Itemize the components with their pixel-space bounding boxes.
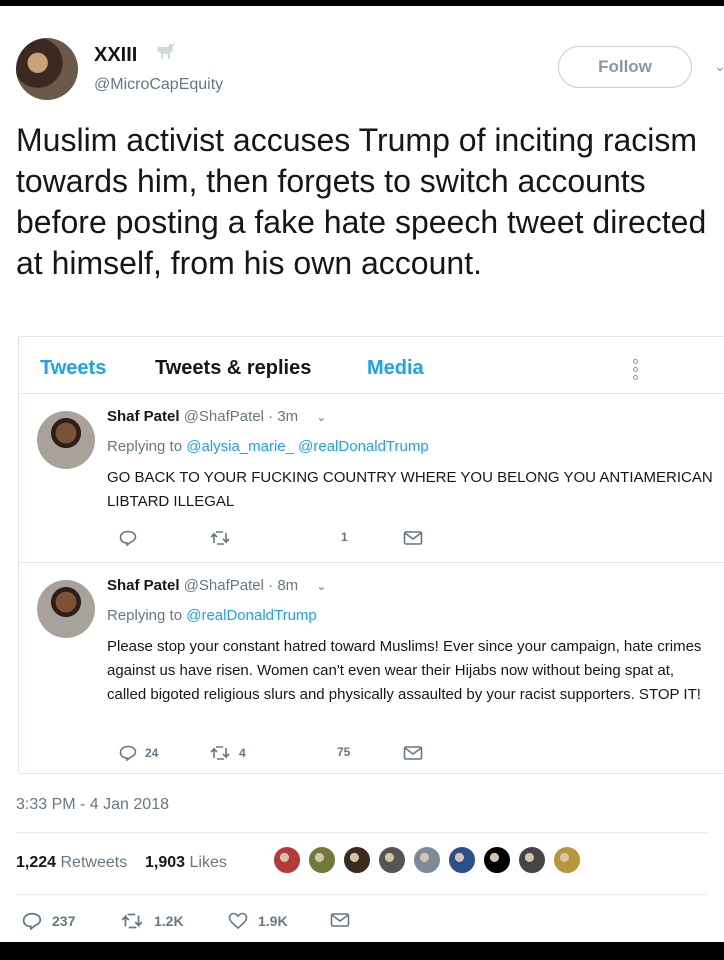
liker-avatar[interactable] [377, 845, 407, 875]
engagement-stats: 1,224 Retweets 1,903 Likes [16, 854, 227, 872]
tweet-card: XXIII @MicroCapEquity Follow ⌄ Muslim ac… [0, 6, 724, 942]
liker-avatar[interactable] [482, 845, 512, 875]
direct-message-button[interactable] [403, 745, 423, 761]
reply-icon [119, 530, 137, 546]
replying-to-label: Replying to [107, 607, 187, 624]
reply-text: GO BACK TO YOUR FUCKING COUNTRY WHERE YO… [107, 469, 713, 510]
reply-count: 237 [52, 913, 76, 929]
tweet-actions: 237 1.2K 1.9K [16, 912, 416, 936]
retweet-button[interactable] [209, 530, 239, 546]
chevron-down-icon[interactable]: ⌄ [714, 58, 724, 75]
liker-avatar[interactable] [272, 845, 302, 875]
envelope-icon [403, 746, 423, 760]
author-display-name[interactable]: XXIII [94, 44, 137, 67]
reply-count: 24 [145, 746, 159, 760]
reply-time[interactable]: · 8m [268, 577, 298, 594]
reply-actions: 1 [107, 530, 447, 550]
like-button[interactable]: 1 [341, 530, 348, 544]
liker-avatars [272, 845, 587, 875]
divider [16, 832, 708, 833]
like-count: 75 [337, 745, 351, 759]
reply-actions: 24 4 75 [107, 745, 447, 765]
like-button[interactable]: 75 [337, 745, 350, 759]
chevron-down-icon[interactable]: ⌄ [316, 410, 326, 424]
retweet-count: 1.2K [154, 913, 184, 929]
reply-author-name[interactable]: Shaf Patel [107, 577, 180, 594]
tweet-timestamp[interactable]: 3:33 PM - 4 Jan 2018 [16, 796, 169, 814]
reply-author-name[interactable]: Shaf Patel [107, 408, 180, 425]
retweet-button[interactable]: 4 [209, 745, 246, 761]
reply-author-handle[interactable]: @ShafPatel [184, 577, 264, 594]
mention-link[interactable]: @realDonaldTrump [186, 607, 317, 624]
reply-tweet: Shaf Patel @ShafPatel · 3m ⌄ Replying to… [19, 394, 724, 563]
replying-to-label: Replying to [107, 438, 187, 455]
liker-avatar[interactable] [412, 845, 442, 875]
envelope-icon [403, 531, 423, 545]
direct-message-button[interactable] [403, 530, 423, 546]
reply-button[interactable]: 24 [119, 745, 158, 761]
replying-to: Replying to @realDonaldTrump [107, 607, 317, 624]
profile-tabs: Tweets Tweets & replies Media [19, 337, 724, 394]
liker-avatar[interactable] [447, 845, 477, 875]
retweet-icon [210, 531, 230, 545]
likes-stat[interactable]: 1,903 Likes [145, 854, 227, 871]
like-count: 1.9K [258, 913, 288, 929]
author-avatar[interactable] [16, 38, 78, 100]
reply-tweet: Shaf Patel @ShafPatel · 8m ⌄ Replying to… [19, 563, 724, 775]
liker-avatar[interactable] [552, 845, 582, 875]
embedded-screenshot: Tweets Tweets & replies Media Shaf Patel… [18, 336, 724, 774]
reply-button[interactable]: 237 [22, 912, 75, 930]
direct-message-button[interactable] [330, 912, 350, 928]
retweet-count: 4 [239, 746, 246, 760]
tab-tweets[interactable]: Tweets [40, 357, 106, 380]
avatar[interactable] [37, 411, 95, 469]
tweet-text: Muslim activist accuses Trump of incitin… [16, 122, 707, 281]
tab-tweets-replies[interactable]: Tweets & replies [155, 357, 311, 380]
retweet-icon [121, 913, 143, 929]
replying-to: Replying to @alysia_marie_ @realDonaldTr… [107, 438, 429, 455]
retweets-stat[interactable]: 1,224 Retweets [16, 854, 127, 871]
more-options-icon[interactable] [633, 359, 639, 380]
like-count: 1 [341, 530, 348, 544]
reply-text: Please stop your constant hatred toward … [107, 638, 702, 703]
reply-time[interactable]: · 3m [268, 408, 298, 425]
retweet-button[interactable]: 1.2K [120, 912, 184, 930]
divider [16, 894, 708, 895]
author-handle[interactable]: @MicroCapEquity [94, 76, 223, 94]
heart-icon [228, 912, 248, 930]
like-button[interactable]: 1.9K [228, 912, 288, 930]
liker-avatar[interactable] [342, 845, 372, 875]
reply-icon [22, 912, 42, 930]
avatar[interactable] [37, 580, 95, 638]
reply-icon [119, 745, 137, 761]
retweet-icon [210, 746, 230, 760]
envelope-icon [330, 913, 350, 927]
reply-header: Shaf Patel @ShafPatel · 3m ⌄ [107, 408, 326, 425]
liker-avatar[interactable] [517, 845, 547, 875]
liker-avatar[interactable] [307, 845, 337, 875]
goat-icon [157, 43, 175, 59]
reply-header: Shaf Patel @ShafPatel · 8m ⌄ [107, 577, 326, 594]
chevron-down-icon[interactable]: ⌄ [316, 579, 326, 593]
reply-author-handle[interactable]: @ShafPatel [184, 408, 264, 425]
mention-link[interactable]: @alysia_marie_ @realDonaldTrump [186, 438, 429, 455]
tab-media[interactable]: Media [367, 357, 424, 380]
reply-button[interactable] [119, 530, 145, 546]
follow-button[interactable]: Follow [558, 46, 692, 88]
